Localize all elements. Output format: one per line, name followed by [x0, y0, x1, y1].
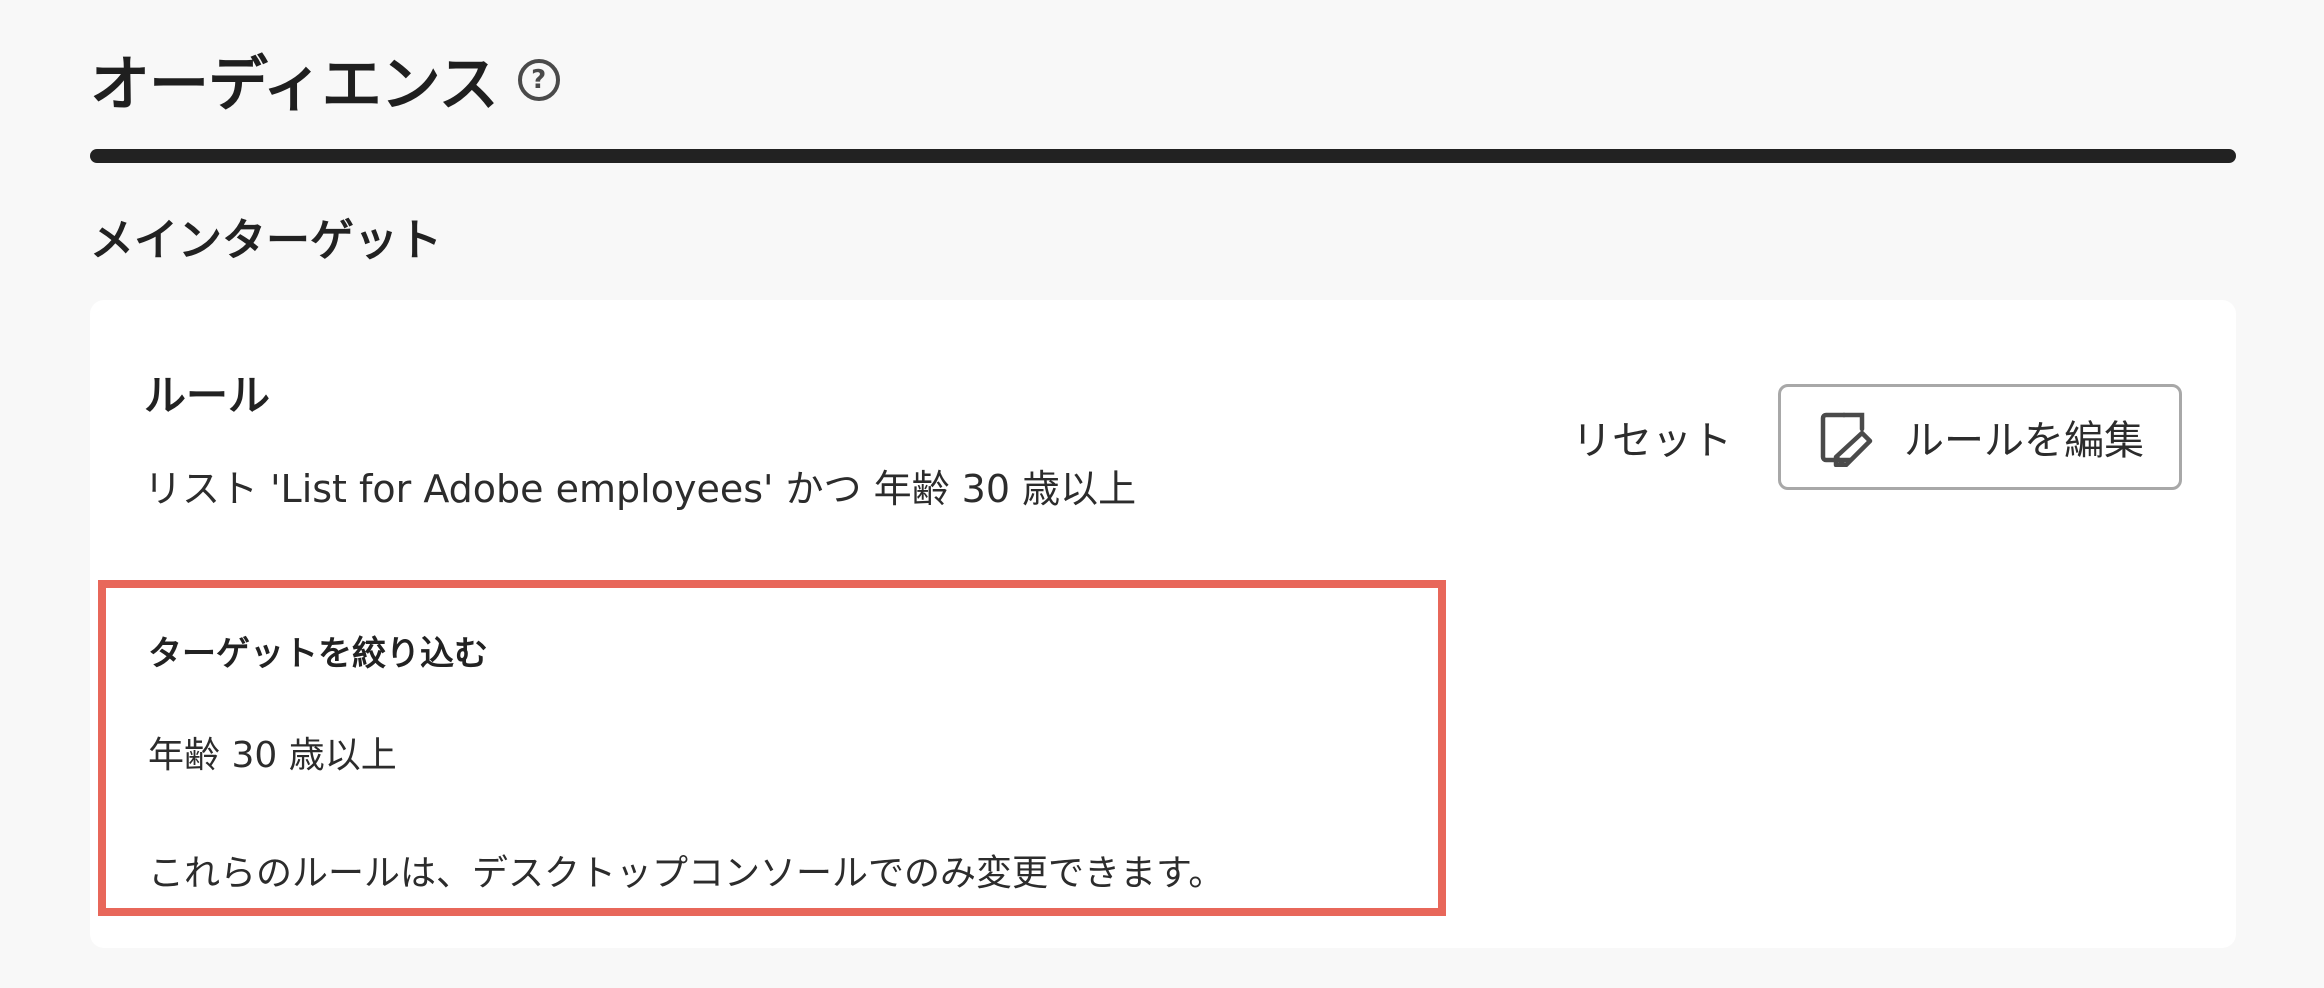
- edit-rule-label: ルールを編集: [1904, 418, 2144, 464]
- edit-icon: [1820, 412, 1873, 467]
- refine-target-title: ターゲットを絞り込む: [148, 634, 488, 674]
- reset-button[interactable]: リセット: [1572, 408, 1732, 466]
- title-divider: [90, 149, 2236, 163]
- page-header: オーディエンス ?: [90, 36, 560, 123]
- refine-target-box: ターゲットを絞り込む 年齢 30 歳以上 これらのルールは、デスクトップコンソー…: [98, 580, 1446, 916]
- rule-label: ルール: [144, 371, 271, 420]
- edit-rule-button[interactable]: ルールを編集: [1778, 384, 2182, 490]
- rule-card: ルール リスト 'List for Adobe employees' かつ 年齢…: [90, 300, 2236, 948]
- refine-target-rule: 年齢 30 歳以上: [148, 735, 397, 776]
- refine-target-note: これらのルールは、デスクトップコンソールでのみ変更できます。: [148, 853, 1225, 894]
- page-title: オーディエンス: [90, 50, 499, 120]
- section-title-main-target: メインターゲット: [90, 215, 442, 266]
- card-actions: リセット ルールを編集: [1572, 384, 2182, 490]
- help-circle-icon[interactable]: ?: [517, 58, 560, 101]
- rule-text: リスト 'List for Adobe employees' かつ 年齢 30 …: [144, 467, 1137, 511]
